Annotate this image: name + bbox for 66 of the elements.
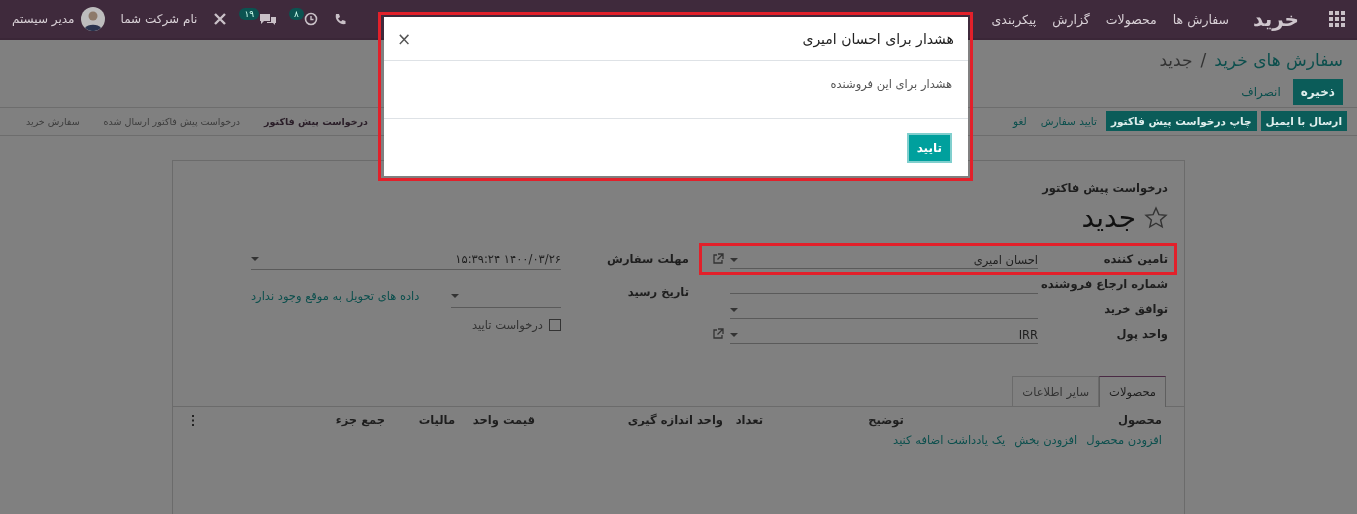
count-badge: ۸ [289,8,304,20]
close-button[interactable]: × [394,28,415,49]
menu-item[interactable]: گزارش [1052,11,1090,27]
menu-item[interactable]: پیکربندی [991,11,1037,27]
discard-button[interactable]: انصراف [1241,85,1281,99]
column-header: قیمت واحد [471,413,536,427]
action-button[interactable]: لغو [1008,111,1032,131]
column-header: واحد اندازه گیری [626,413,724,427]
dialog-title: هشدار برای احسان امیری [802,30,954,47]
action-button[interactable]: تایید سفارش [1035,111,1102,131]
input-field[interactable]: احسان امیری [730,249,1038,269]
document-type: درخواست پیش فاکتور [1040,181,1168,195]
caret-icon [451,294,459,298]
external-link-icon[interactable] [712,253,724,265]
action-button[interactable]: چاپ درخواست پیش فاکتور [1105,111,1257,131]
confirm-button[interactable]: تایید [906,132,952,163]
field-value: IRR [1018,327,1038,342]
apps-menu-icon[interactable] [1329,11,1345,27]
column-header: توضیح [867,413,905,427]
avatar-icon [80,7,105,31]
kebab-icon[interactable] [191,414,195,426]
company-name[interactable]: نام شرکت شما [120,12,198,26]
phone-icon[interactable] [333,13,346,25]
user-menu[interactable]: مدیر سیستم [12,7,105,31]
field-label: شماره ارجاع فروشنده [1039,277,1168,291]
column-header: محصول [1117,413,1163,427]
save-button[interactable]: ذخیره [1292,79,1343,105]
column-header: جمع جزء [334,413,386,427]
menu-item[interactable]: سفارش ها [1172,11,1230,27]
info-note: داده های تحویل به موقع وجود ندارد [251,289,421,304]
star-icon[interactable] [1144,205,1168,230]
breadcrumb-separator: / [1200,50,1207,70]
add-line-link[interactable]: افزودن محصول [1086,433,1162,447]
action-button[interactable]: ارسال با ایمیل [1260,111,1347,131]
checkbox[interactable] [549,319,561,332]
add-line-link[interactable]: افزودن بخش [1014,433,1078,447]
dialog-message: هشدار برای این فروشنده [830,77,952,91]
field-value: ۱۴۰۰/۰۳/۲۶ ۱۵:۳۹:۲۴ [455,251,561,266]
chat-icon[interactable] [259,12,278,26]
status-stage[interactable]: سفارش خرید [26,115,80,127]
menu-item[interactable]: محصولات [1105,11,1157,27]
app-title: خرید [1253,7,1299,31]
tab[interactable]: محصولات [1099,376,1166,407]
add-line-link[interactable]: یک یادداشت اضافه کنید [893,433,1006,447]
field-value: احسان امیری [973,252,1038,267]
column-header: مالیات [417,413,456,427]
user-name: مدیر سیستم [12,12,75,26]
field-label: واحد پول [1115,327,1168,341]
input-field[interactable]: ۱۴۰۰/۰۳/۲۶ ۱۵:۳۹:۲۴ [251,246,561,270]
record-title: جدید [1081,201,1136,234]
field-label: توافق خرید [1103,302,1168,316]
breadcrumb-link[interactable]: سفارش های خرید [1214,50,1343,70]
clock-icon[interactable] [303,12,318,26]
external-link-icon[interactable] [712,328,724,340]
breadcrumb-current: جدید [1159,50,1193,70]
field-label: تامین کننده [1102,252,1168,266]
checkbox-label: درخواست تایید [472,318,543,333]
count-badge: ۱۹ [239,8,260,20]
input-field[interactable]: IRR [730,324,1038,344]
status-stage[interactable]: درخواست پیش فاکتور ارسال شده [103,115,241,127]
field-label: تاریخ رسید [626,284,689,302]
caret-icon [251,256,259,261]
status-stage[interactable]: درخواست پیش فاکتور [264,115,368,127]
field-label: مهلت سفارش [606,250,689,268]
column-header: تعداد [734,413,764,427]
tab[interactable]: سایر اطلاعات [1012,376,1100,406]
